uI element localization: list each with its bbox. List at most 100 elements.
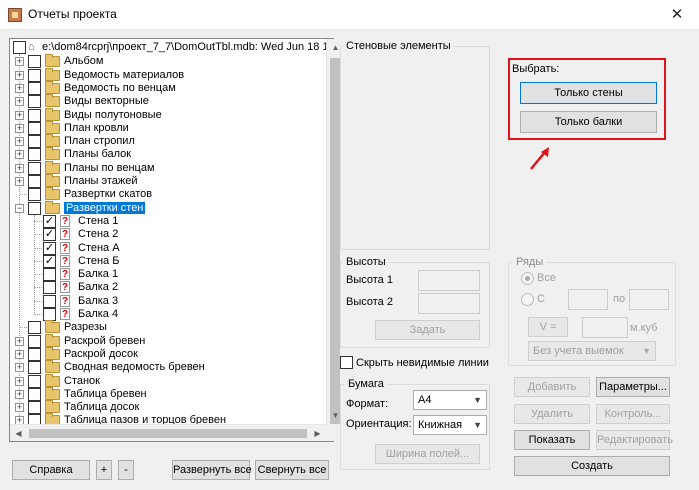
item-checkbox[interactable]: ✓	[43, 241, 56, 255]
tree-line	[34, 274, 42, 276]
horizontal-scrollbar[interactable]: ◀ ▶	[10, 424, 326, 441]
tree-child-row[interactable]	[10, 215, 326, 228]
tree-line	[34, 234, 42, 236]
add-button[interactable]: Добавить	[514, 377, 590, 397]
item-checkbox[interactable]	[28, 334, 41, 348]
cutout-mode-select[interactable]: Без учета выемок ▼	[528, 341, 656, 361]
report-tree[interactable]: ⌂ e:\dom84rcprj\проект_7_7\DomOutTbl.mdb:…	[9, 38, 353, 442]
item-checkbox[interactable]	[28, 401, 41, 415]
tree-child-row[interactable]	[10, 242, 326, 255]
item-checkbox[interactable]	[28, 135, 41, 149]
tree-item-label: Балка 2	[78, 281, 119, 294]
tree-child-row[interactable]	[10, 228, 326, 241]
rows-range-radio[interactable]	[521, 293, 534, 306]
tree-child-row[interactable]	[10, 308, 326, 321]
item-checkbox[interactable]: ✓	[43, 228, 56, 242]
collapse-one-button[interactable]: -	[118, 460, 134, 480]
hide-lines-checkbox[interactable]	[340, 356, 353, 369]
root-checkbox[interactable]	[13, 41, 26, 54]
tree-child-row[interactable]	[10, 281, 326, 294]
parameters-button[interactable]: Параметры...	[596, 377, 670, 397]
create-button[interactable]: Создать	[514, 456, 670, 476]
expand-node-icon[interactable]: +	[15, 177, 24, 186]
walls-group-title: Стеновые элементы	[343, 40, 454, 52]
expand-node-icon[interactable]: +	[15, 83, 24, 93]
item-checkbox[interactable]	[28, 374, 41, 388]
expand-node-icon[interactable]: +	[15, 110, 24, 120]
tree-line	[34, 314, 42, 315]
tree-item-label: Стена Б	[78, 254, 120, 267]
orientation-select[interactable]: Книжная ▼	[413, 415, 487, 435]
tree-child-row[interactable]	[10, 255, 326, 268]
show-button[interactable]: Показать	[514, 430, 590, 450]
item-checkbox[interactable]	[28, 201, 41, 215]
height1-input[interactable]	[418, 270, 480, 291]
expand-one-button[interactable]: +	[96, 460, 112, 480]
scroll-thumb-horizontal[interactable]	[29, 429, 307, 438]
delete-button[interactable]: Удалить	[514, 404, 590, 424]
item-checkbox[interactable]	[28, 55, 41, 69]
highlight-frame	[508, 58, 666, 140]
tree-line	[34, 287, 42, 289]
folder-icon	[45, 373, 60, 387]
expand-node-icon[interactable]: +	[15, 336, 24, 346]
expand-node-icon[interactable]: +	[15, 403, 24, 413]
edit-button[interactable]: Редактировать	[596, 430, 673, 450]
rows-from-input[interactable]	[568, 289, 608, 310]
expand-node-icon[interactable]: +	[15, 150, 24, 160]
rows-all-radio[interactable]	[521, 272, 534, 285]
expand-node-icon[interactable]: +	[15, 363, 24, 373]
expand-node-icon[interactable]: +	[15, 70, 24, 80]
margins-button[interactable]: Ширина полей...	[375, 444, 480, 464]
height2-input[interactable]	[418, 293, 480, 314]
item-checkbox[interactable]	[28, 121, 41, 135]
item-checkbox[interactable]	[28, 108, 41, 122]
scroll-thumb-vertical[interactable]	[330, 58, 340, 430]
tree-line	[34, 260, 42, 262]
expand-node-icon[interactable]: +	[15, 349, 24, 359]
control-button[interactable]: Контроль...	[596, 404, 670, 424]
expand-node-icon[interactable]: +	[15, 376, 24, 386]
close-button[interactable]: ✕	[664, 4, 690, 26]
item-checkbox[interactable]	[28, 175, 41, 188]
item-checkbox[interactable]: ✓	[43, 254, 56, 268]
expand-node-icon[interactable]: +	[15, 163, 24, 173]
volume-input[interactable]	[582, 317, 628, 338]
scroll-left-icon[interactable]: ◀	[10, 425, 27, 442]
item-checkbox[interactable]	[43, 308, 56, 321]
item-checkbox[interactable]	[28, 347, 41, 361]
tree-child-row[interactable]	[10, 268, 326, 281]
expand-node-icon[interactable]: +	[15, 57, 24, 67]
item-checkbox[interactable]	[28, 148, 41, 162]
expand-node-icon[interactable]: +	[15, 97, 24, 107]
item-checkbox[interactable]	[28, 68, 41, 82]
item-checkbox[interactable]	[43, 294, 56, 308]
item-checkbox[interactable]	[28, 81, 41, 95]
item-checkbox[interactable]	[28, 188, 41, 202]
item-checkbox[interactable]	[28, 95, 41, 109]
item-checkbox[interactable]	[28, 161, 41, 175]
folder-icon	[45, 107, 60, 121]
tree-item-label: Планы балок	[64, 148, 132, 161]
item-checkbox[interactable]	[43, 268, 56, 282]
expand-node-icon[interactable]: +	[15, 137, 24, 147]
collapse-node-icon[interactable]: −	[15, 203, 24, 213]
item-checkbox[interactable]	[28, 361, 41, 375]
scroll-right-icon[interactable]: ▶	[309, 425, 326, 442]
tree-item-label: Балка 3	[78, 294, 119, 307]
item-checkbox[interactable]	[43, 281, 56, 295]
rows-to-input[interactable]	[629, 289, 669, 310]
set-heights-button[interactable]: Задать	[375, 320, 480, 340]
tree-child-row[interactable]	[10, 295, 326, 308]
chevron-down-icon: ▼	[473, 420, 482, 430]
item-checkbox[interactable]: ✓	[43, 214, 56, 228]
volume-button[interactable]: V =	[528, 317, 568, 337]
item-checkbox[interactable]	[28, 321, 41, 335]
item-checkbox[interactable]	[28, 387, 41, 401]
expand-all-button[interactable]: Развернуть все	[172, 460, 252, 480]
format-select[interactable]: A4 ▼	[413, 390, 487, 410]
expand-node-icon[interactable]: +	[15, 123, 24, 133]
help-button[interactable]: Справка	[12, 460, 90, 480]
collapse-all-button[interactable]: Свернуть все	[255, 460, 329, 480]
expand-node-icon[interactable]: +	[15, 389, 24, 399]
